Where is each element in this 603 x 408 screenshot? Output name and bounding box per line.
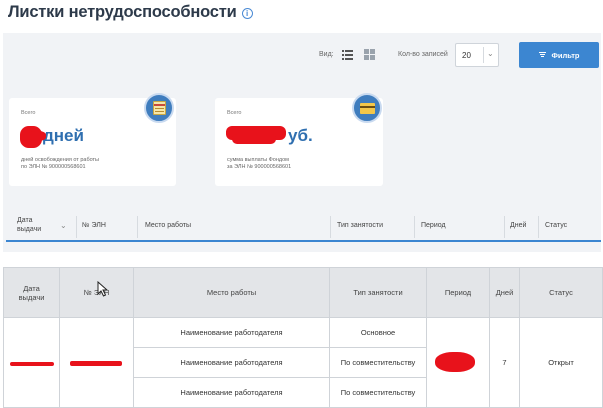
card-description: сумма выплаты Фондом за ЭЛН № 9000005686… — [227, 157, 292, 170]
cell-eln-number[interactable] — [59, 317, 134, 408]
sick-leave-table: Дата выдачи № ЭЛН Место работы Тип занято… — [3, 267, 603, 408]
cell-employment: По совместительству — [329, 377, 427, 408]
table-header-row: Дата выдачи № ЭЛН Место работы Тип занято… — [3, 267, 603, 318]
redaction-mark — [435, 352, 475, 372]
list-view-icon[interactable] — [342, 49, 353, 60]
th-days[interactable]: Дней — [489, 267, 520, 318]
th-workplace[interactable]: Место работы — [133, 267, 330, 318]
records-count-label: Кол-во записей — [398, 51, 448, 58]
chevron-down-icon: ⌄ — [487, 49, 494, 58]
info-circle-icon[interactable]: i — [241, 7, 253, 19]
credit-card-icon — [360, 103, 375, 114]
list-header-date[interactable]: Дата выдачи — [17, 210, 41, 240]
calendar-icon — [153, 101, 166, 115]
list-header-workplace: Место работы — [145, 221, 192, 229]
page-title-row: Листки нетрудоспособности i — [8, 0, 253, 24]
th-employment[interactable]: Тип занятости — [329, 267, 427, 318]
th-date[interactable]: Дата выдачи — [3, 267, 60, 318]
records-count-value: 20 — [462, 51, 471, 60]
card-caption: Всего — [21, 110, 36, 116]
cell-status: Открыт — [519, 317, 603, 408]
list-header-eln: № ЭЛН — [82, 221, 106, 229]
header-accent-bar — [6, 240, 601, 242]
list-header-period: Период — [421, 221, 446, 229]
view-label: Вид: — [319, 51, 334, 58]
cell-workplace: Наименование работодателя — [133, 377, 330, 408]
select-divider — [483, 47, 484, 63]
sort-chevron-icon[interactable]: ⌄ — [60, 210, 67, 240]
cell-issue-date — [3, 317, 60, 408]
list-header: Дата выдачи ⌄ № ЭЛН Место работы Тип заня… — [3, 210, 601, 242]
filter-button[interactable]: Фильтр — [519, 42, 599, 68]
cell-employment: Основное — [329, 317, 427, 348]
cell-employment: По совместительству — [329, 347, 427, 378]
card-caption: Всего — [227, 110, 242, 116]
mouse-cursor-icon — [97, 281, 109, 297]
page-title: Листки нетрудоспособности — [8, 2, 237, 21]
th-status[interactable]: Статус — [519, 267, 603, 318]
th-period[interactable]: Период — [426, 267, 490, 318]
cell-days: 7 — [489, 317, 520, 408]
cell-period — [426, 317, 490, 408]
filter-button-label: Фильтр — [551, 50, 580, 60]
redaction-mark — [10, 362, 54, 366]
list-header-days: Дней — [510, 221, 527, 229]
redaction-mark — [232, 134, 276, 144]
table-row[interactable]: Наименование работодателя Основное 7 Отк… — [3, 317, 603, 408]
list-header-status: Статус — [545, 221, 568, 229]
card-description: дней освобождения от работы по ЭЛН № 900… — [21, 157, 100, 170]
calendar-badge — [144, 93, 174, 123]
payment-badge — [352, 93, 382, 123]
records-count-select[interactable]: 20 ⌄ — [455, 43, 499, 67]
list-header-employment: Тип занятости — [337, 221, 384, 229]
filter-icon — [538, 52, 546, 58]
cell-workplace: Наименование работодателя — [133, 347, 330, 378]
redaction-mark — [28, 131, 46, 141]
cell-workplace: Наименование работодателя — [133, 317, 330, 348]
redaction-mark — [70, 361, 122, 366]
grid-view-icon[interactable] — [364, 49, 375, 60]
